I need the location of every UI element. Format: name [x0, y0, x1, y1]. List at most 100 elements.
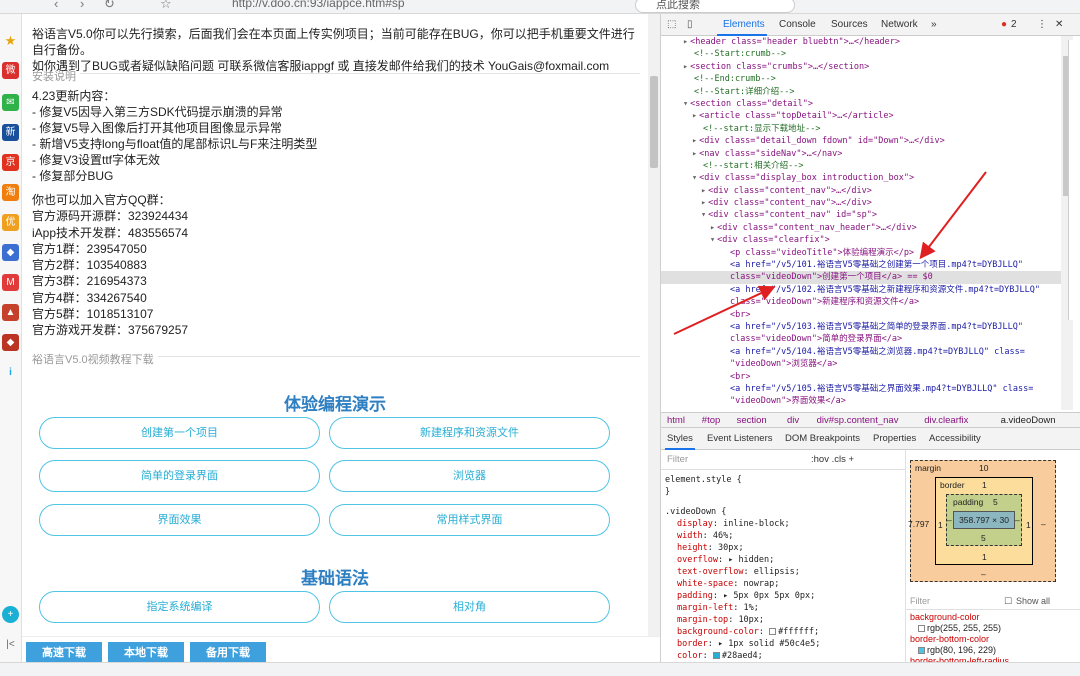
error-icon[interactable]: ●: [1001, 19, 1007, 30]
dom-node[interactable]: <!--start:相关介绍-->: [661, 160, 1061, 172]
favorite-star-icon[interactable]: ★: [2, 32, 19, 49]
weibo-icon[interactable]: 微: [2, 62, 19, 79]
tab-console[interactable]: Console: [779, 19, 816, 30]
more-tabs-icon[interactable]: »: [931, 19, 937, 30]
high-speed-download-button[interactable]: 高速下载: [26, 642, 102, 664]
computed-property[interactable]: background-color: [910, 612, 1077, 623]
breadcrumb-item[interactable]: a.videoDown: [1001, 414, 1056, 428]
style-property[interactable]: margin-top: [677, 615, 728, 625]
breadcrumb-item[interactable]: section: [737, 414, 767, 428]
breadcrumb-item[interactable]: div#sp.content_nav: [817, 414, 899, 428]
dom-node[interactable]: ▸ <div class="detail_down fdown" id="Down…: [661, 135, 1061, 147]
mail-icon[interactable]: ✉: [2, 94, 19, 111]
style-value[interactable]: nowrap;: [744, 579, 780, 589]
style-value[interactable]: ellipsis;: [754, 567, 800, 577]
style-property[interactable]: background-color: [677, 627, 759, 637]
expand-arrow-icon[interactable]: ▾: [710, 235, 715, 245]
dom-node[interactable]: <!--start:显示下载地址-->: [661, 123, 1061, 135]
reload-icon[interactable]: ↻: [104, 0, 115, 12]
style-declaration[interactable]: overflow: ▸ hidden;: [665, 554, 901, 566]
style-declaration[interactable]: margin-left: 1%;: [665, 602, 901, 614]
app-icon[interactable]: M: [2, 274, 19, 291]
style-value[interactable]: inline-block;: [723, 519, 790, 529]
backup-download-button[interactable]: 备用下载: [190, 642, 266, 664]
breadcrumb-item[interactable]: div.clearfix: [924, 414, 968, 428]
subtab-event-listeners[interactable]: Event Listeners: [707, 433, 772, 444]
padding-bottom-value[interactable]: 5: [981, 533, 986, 543]
style-declaration[interactable]: text-overflow: ellipsis;: [665, 566, 901, 578]
style-declaration[interactable]: height: 30px;: [665, 542, 901, 554]
dom-node[interactable]: class="videoDown">创建第一个项目</a> == $0: [661, 271, 1061, 284]
add-icon[interactable]: +: [2, 606, 19, 623]
style-value[interactable]: 10px;: [738, 615, 764, 625]
app-icon[interactable]: ◆: [2, 334, 19, 351]
style-value[interactable]: 30px;: [718, 543, 744, 553]
star-icon[interactable]: ☆: [160, 0, 172, 12]
subtab-styles[interactable]: Styles: [667, 433, 693, 444]
dom-node[interactable]: <!--Start:详细介绍-->: [661, 86, 1061, 98]
video-download-button[interactable]: 相对角: [329, 591, 610, 623]
video-download-button[interactable]: 新建程序和资源文件: [329, 417, 610, 449]
app-icon[interactable]: 优: [2, 214, 19, 231]
inspect-icon[interactable]: ⬚: [667, 19, 676, 30]
style-property[interactable]: border: [677, 639, 708, 649]
style-property[interactable]: height: [677, 543, 708, 553]
page-scrollbar[interactable]: [648, 14, 660, 636]
scrollbar-thumb[interactable]: [650, 76, 658, 168]
margin-right-value[interactable]: –: [1041, 519, 1046, 529]
tab-network[interactable]: Network: [881, 19, 918, 30]
tab-sources[interactable]: Sources: [831, 19, 868, 30]
expand-arrow-icon[interactable]: ▸: [692, 149, 697, 159]
expand-arrow-icon[interactable]: ▸: [701, 186, 706, 196]
video-download-button[interactable]: 浏览器: [329, 460, 610, 492]
style-declaration[interactable]: color: #28aed4;: [665, 650, 901, 662]
dom-node[interactable]: <a href="/v5/102.裕语言V5零基础之新建程序和资源文件.mp4?…: [661, 284, 1061, 296]
computed-property[interactable]: border-bottom-left-radius: [910, 656, 1077, 662]
video-download-button[interactable]: 常用样式界面: [329, 504, 610, 536]
collapse-icon[interactable]: |<: [2, 636, 19, 653]
subtab-dom-breakpoints[interactable]: DOM Breakpoints: [785, 433, 860, 444]
padding-top-value[interactable]: 5: [993, 497, 998, 507]
expand-arrow-icon[interactable]: ▸: [692, 136, 697, 146]
dom-node[interactable]: "videoDown">界面效果</a>: [661, 395, 1061, 407]
breadcrumb-item[interactable]: html: [667, 414, 685, 428]
border-right-value[interactable]: 1: [1026, 520, 1031, 530]
app-icon[interactable]: i: [2, 364, 19, 381]
expand-arrow-icon[interactable]: ▾: [692, 173, 697, 183]
style-value[interactable]: 46%;: [713, 531, 733, 541]
subtab-properties[interactable]: Properties: [873, 433, 916, 444]
style-property[interactable]: width: [677, 531, 703, 541]
breadcrumb-item[interactable]: #top: [702, 414, 721, 428]
video-download-button[interactable]: 创建第一个项目: [39, 417, 320, 449]
close-icon[interactable]: ✕: [1055, 19, 1063, 30]
error-count[interactable]: 2: [1011, 19, 1017, 30]
color-swatch-icon[interactable]: [712, 652, 720, 659]
padding-right-value[interactable]: –: [1015, 515, 1020, 525]
hov-cls-toggles[interactable]: :hov .cls +: [811, 454, 854, 466]
dom-node[interactable]: class="videoDown">新建程序和资源文件</a>: [661, 296, 1061, 308]
back-icon[interactable]: ‹: [54, 0, 58, 11]
style-property[interactable]: white-space: [677, 579, 733, 589]
dom-node[interactable]: ▾ <div class="clearfix">: [661, 234, 1061, 246]
expand-arrow-icon[interactable]: ▾: [701, 210, 706, 220]
dom-node[interactable]: "videoDown">浏览器</a>: [661, 358, 1061, 370]
dom-node[interactable]: class="videoDown">简单的登录界面</a>: [661, 333, 1061, 345]
video-download-button[interactable]: 指定系统编译: [39, 591, 320, 623]
dom-node[interactable]: ▸ <div class="content_nav_header">…</div>: [661, 222, 1061, 234]
dom-node[interactable]: ▸ <nav class="sideNav">…</nav>: [661, 148, 1061, 160]
style-declaration[interactable]: border: ▸ 1px solid #50c4e5;: [665, 638, 901, 650]
settings-icon[interactable]: ⋮: [1037, 19, 1047, 30]
local-download-button[interactable]: 本地下载: [108, 642, 184, 664]
dom-node[interactable]: ▾ <div class="content_nav" id="sp">: [661, 209, 1061, 221]
expand-arrow-icon[interactable]: ▸: [701, 198, 706, 208]
expand-arrow-icon[interactable]: ▾: [683, 99, 688, 109]
dom-node[interactable]: ▾ <div class="display_box introduction_bo…: [661, 172, 1061, 184]
video-download-button[interactable]: 界面效果: [39, 504, 320, 536]
address-bar[interactable]: http://v.doo.cn:93/iappce.htm#sp: [232, 0, 405, 10]
app-icon[interactable]: 新: [2, 124, 19, 141]
style-property[interactable]: display: [677, 519, 713, 529]
dom-node[interactable]: <a href="/v5/101.裕语言V5零基础之创建第一个项目.mp4?t=…: [661, 259, 1061, 271]
expand-arrow-icon[interactable]: ▸: [710, 223, 715, 233]
dom-node[interactable]: <br>: [661, 309, 1061, 321]
dom-node[interactable]: <p class="videoTitle">体验编程演示</p>: [661, 247, 1061, 259]
